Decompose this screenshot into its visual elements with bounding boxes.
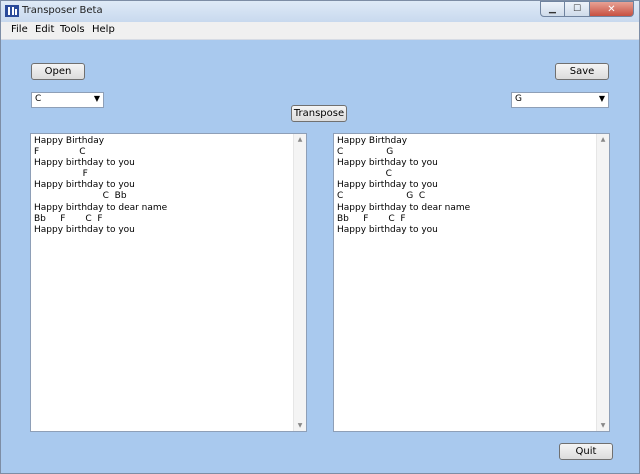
- target-text-area[interactable]: Happy Birthday C G Happy birthday to you…: [333, 133, 610, 432]
- menu-file[interactable]: File: [11, 24, 28, 35]
- menu-bar: File Edit Tools Help: [1, 22, 639, 40]
- scroll-down-icon[interactable]: ▼: [597, 420, 609, 431]
- source-text-area[interactable]: Happy Birthday F C Happy birthday to you…: [30, 133, 307, 432]
- scroll-up-icon[interactable]: ▲: [597, 134, 609, 145]
- window-controls: ▁ ☐ ✕: [540, 1, 634, 18]
- target-scrollbar[interactable]: ▲ ▼: [596, 134, 609, 431]
- source-key-value: C: [35, 94, 42, 104]
- target-text: Happy Birthday C G Happy birthday to you…: [337, 136, 471, 235]
- source-text: Happy Birthday F C Happy birthday to you…: [34, 136, 168, 235]
- menu-tools[interactable]: Tools: [60, 24, 85, 35]
- source-key-select[interactable]: C ▼: [31, 92, 104, 108]
- window-title: Transposer Beta: [22, 5, 103, 16]
- title-bar[interactable]: Transposer Beta ▁ ☐ ✕: [1, 1, 639, 22]
- target-key-value: G: [515, 94, 522, 104]
- source-scrollbar[interactable]: ▲ ▼: [293, 134, 306, 431]
- menu-help[interactable]: Help: [92, 24, 115, 35]
- scroll-up-icon[interactable]: ▲: [294, 134, 306, 145]
- chevron-down-icon: ▼: [598, 94, 605, 103]
- close-icon[interactable]: ✕: [590, 1, 634, 17]
- app-window: Transposer Beta ▁ ☐ ✕ File Edit Tools He…: [0, 0, 640, 474]
- transpose-button[interactable]: Transpose: [291, 105, 347, 122]
- save-button[interactable]: Save: [555, 63, 609, 80]
- target-key-select[interactable]: G ▼: [511, 92, 609, 108]
- menu-edit[interactable]: Edit: [35, 24, 54, 35]
- maximize-icon[interactable]: ☐: [565, 1, 590, 17]
- app-icon: [5, 5, 19, 17]
- scroll-down-icon[interactable]: ▼: [294, 420, 306, 431]
- chevron-down-icon: ▼: [93, 94, 100, 103]
- quit-button[interactable]: Quit: [559, 443, 613, 460]
- open-button[interactable]: Open: [31, 63, 85, 80]
- minimize-icon[interactable]: ▁: [540, 1, 565, 17]
